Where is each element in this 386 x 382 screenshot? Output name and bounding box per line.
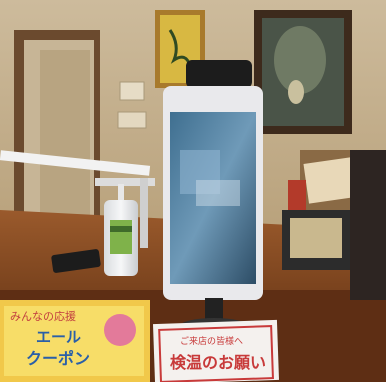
temperature-tablet [163,60,263,334]
left-sign-line2: エール [36,328,81,346]
dark-object-right [350,150,386,300]
right-temperature-sign: ご来店の皆様へ 検温のお願い [152,319,280,382]
right-sign-line2: 検温のお願い [170,353,266,372]
wall-outlet-plate [117,111,147,129]
red-items [288,180,306,210]
desk-frame [282,210,350,270]
right-sign-line1: ご来店の皆様へ [180,335,243,347]
doorway [14,30,100,220]
left-sign-line3: クーポン [26,349,90,368]
dark-painting-frame [254,10,352,134]
left-sign-line1: みんなの応援 [10,309,76,323]
camera-bar [186,60,252,88]
reception-photo: みんなの応援 エール クーポン ご来店の皆様へ 検温のお願い [0,0,386,382]
wall-switch-plate [119,81,145,101]
left-coupon-sign: みんなの応援 エール クーポン [0,300,150,382]
photo-scene: みんなの応援 エール クーポン ご来店の皆様へ 検温のお願い [0,0,386,382]
